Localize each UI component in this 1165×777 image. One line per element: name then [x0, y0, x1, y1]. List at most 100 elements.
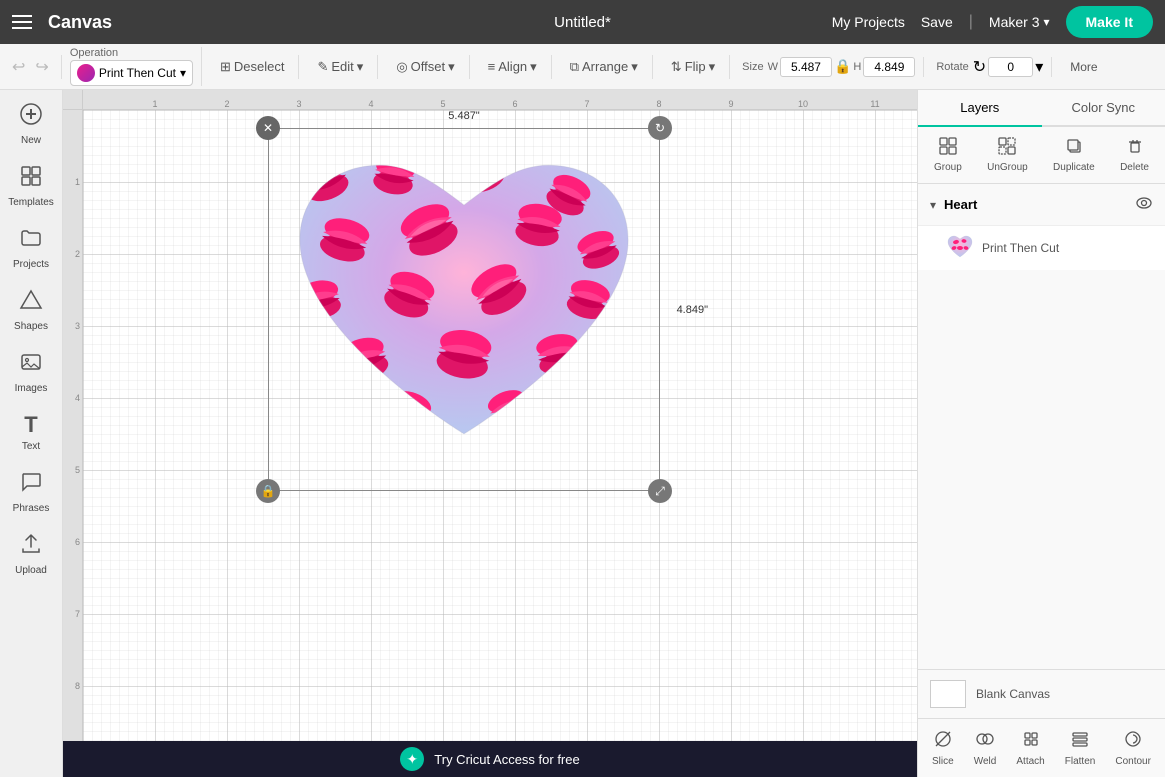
width-input[interactable]: [780, 57, 832, 77]
layer-chevron-icon: ▾: [930, 198, 936, 212]
flip-group: ⇅ Flip ▾: [665, 55, 730, 79]
dimension-width-label: 5.487": [448, 110, 479, 122]
operation-icon: [77, 64, 95, 82]
make-it-button[interactable]: Make It: [1066, 6, 1153, 38]
projects-icon: [19, 226, 43, 256]
sidebar-item-new-label: New: [21, 135, 41, 146]
attach-icon: [1021, 729, 1041, 754]
tab-layers[interactable]: Layers: [918, 90, 1042, 127]
attach-button[interactable]: Attach: [1010, 725, 1050, 771]
save-link[interactable]: Save: [921, 14, 953, 30]
align-chevron-icon: ▾: [530, 59, 537, 75]
flip-label: Flip: [685, 59, 706, 74]
machine-name: Maker 3: [989, 14, 1040, 30]
handle-lock[interactable]: 🔒: [256, 479, 280, 503]
more-button[interactable]: More: [1064, 58, 1103, 76]
sidebar-item-shapes[interactable]: Shapes: [3, 280, 59, 340]
hamburger-menu[interactable]: [12, 15, 32, 29]
sublayer-name: Print Then Cut: [982, 241, 1059, 255]
height-label: H: [853, 61, 861, 73]
flatten-button[interactable]: Flatten: [1059, 725, 1102, 771]
duplicate-label: Duplicate: [1053, 162, 1095, 173]
canvas-object-heart[interactable]: 5.487" 4.849" ✕ ↻ 🔒 ⤢: [268, 128, 660, 491]
machine-selector[interactable]: Maker 3 ▾: [989, 14, 1050, 30]
slice-button[interactable]: Slice: [926, 725, 960, 771]
main-layout: New Templates Projects: [0, 90, 1165, 777]
rotate-inputs: ↻ ▾: [973, 57, 1043, 77]
group-icon: [939, 137, 957, 160]
nav-right: My Projects Save | Maker 3 ▾ Make It: [832, 6, 1153, 38]
templates-icon: [19, 164, 43, 194]
size-inputs: W 🔒 H: [768, 57, 916, 77]
lock-icon[interactable]: 🔒: [834, 58, 851, 75]
sidebar: New Templates Projects: [0, 90, 63, 777]
handle-rotate[interactable]: ↻: [648, 116, 672, 140]
sidebar-item-text[interactable]: T Text: [3, 404, 59, 460]
phrases-icon: [19, 470, 43, 500]
slice-icon: [933, 729, 953, 754]
offset-icon: ◎: [396, 59, 407, 75]
offset-chevron-icon: ▾: [448, 59, 455, 75]
undo-redo-group: ↩ ↪: [8, 55, 62, 79]
weld-label: Weld: [974, 756, 997, 767]
contour-button[interactable]: Contour: [1109, 725, 1157, 771]
offset-button[interactable]: ◎ Offset ▾: [390, 55, 460, 79]
sidebar-item-phrases-label: Phrases: [13, 503, 50, 514]
blank-canvas-row[interactable]: Blank Canvas: [918, 669, 1165, 718]
deselect-button[interactable]: ⊞ Deselect: [214, 55, 290, 79]
sidebar-item-projects[interactable]: Projects: [3, 218, 59, 278]
layer-heart[interactable]: ▾ Heart: [918, 184, 1165, 226]
operation-dropdown[interactable]: Print Then Cut ▾: [70, 60, 193, 86]
sidebar-item-images[interactable]: Images: [3, 342, 59, 402]
sidebar-item-upload[interactable]: Upload: [3, 524, 59, 584]
deselect-group: ⊞ Deselect: [214, 55, 299, 79]
delete-button[interactable]: Delete: [1112, 133, 1157, 177]
tab-color-sync[interactable]: Color Sync: [1042, 90, 1165, 125]
redo-button[interactable]: ↪: [31, 55, 52, 79]
arrange-label: Arrange: [582, 59, 628, 74]
toolbar: ↩ ↪ Operation Print Then Cut ▾ ⊞ Deselec…: [0, 44, 1165, 90]
height-input[interactable]: [863, 57, 915, 77]
bottom-actions: Slice Weld: [918, 718, 1165, 777]
attach-label: Attach: [1016, 756, 1044, 767]
blank-canvas-label: Blank Canvas: [976, 687, 1050, 701]
flip-button[interactable]: ⇅ Flip ▾: [665, 55, 721, 79]
sidebar-item-new[interactable]: New: [3, 94, 59, 154]
ungroup-button[interactable]: UnGroup: [979, 133, 1036, 177]
arrange-button[interactable]: ⧉ Arrange ▾: [564, 55, 644, 79]
group-button[interactable]: Group: [926, 133, 970, 177]
sidebar-item-phrases[interactable]: Phrases: [3, 462, 59, 522]
edit-group: ✎ Edit ▾: [311, 55, 378, 79]
my-projects-link[interactable]: My Projects: [832, 14, 905, 30]
edit-label: Edit: [331, 59, 353, 74]
edit-button[interactable]: ✎ Edit ▾: [311, 55, 369, 79]
deselect-label: Deselect: [234, 59, 285, 74]
layer-visibility-icon[interactable]: [1135, 194, 1153, 215]
sublayer-print-then-cut[interactable]: Print Then Cut: [918, 226, 1165, 270]
panel-tabs: Layers Color Sync: [918, 90, 1165, 127]
canvas-grid[interactable]: 5.487" 4.849" ✕ ↻ 🔒 ⤢: [83, 110, 917, 741]
sidebar-item-upload-label: Upload: [15, 565, 47, 576]
handle-delete[interactable]: ✕: [256, 116, 280, 140]
weld-icon: [975, 729, 995, 754]
images-icon: [19, 350, 43, 380]
nav-separator: |: [969, 13, 973, 31]
cricut-access-banner[interactable]: ✦ Try Cricut Access for free: [63, 741, 917, 777]
document-title[interactable]: Untitled*: [554, 14, 611, 31]
handle-scale[interactable]: ⤢: [648, 479, 672, 503]
arrange-icon: ⧉: [570, 59, 579, 75]
duplicate-button[interactable]: Duplicate: [1045, 133, 1103, 177]
align-button[interactable]: ≡ Align ▾: [482, 55, 543, 79]
ruler-vertical: 1 2 3 4 5 6 7 8: [63, 110, 83, 777]
sidebar-item-templates[interactable]: Templates: [3, 156, 59, 216]
text-icon: T: [24, 412, 37, 438]
contour-label: Contour: [1115, 756, 1151, 767]
canvas-area[interactable]: 1 2 3 4 5 6 7 8 9 10 11 1 2 3 4 5 6: [63, 90, 917, 777]
rotate-input[interactable]: [988, 57, 1033, 77]
deselect-icon: ⊞: [220, 59, 231, 75]
upload-icon: [19, 532, 43, 562]
weld-button[interactable]: Weld: [968, 725, 1003, 771]
undo-button[interactable]: ↩: [8, 55, 29, 79]
rotate-icon: ↻: [973, 57, 986, 77]
align-group: ≡ Align ▾: [482, 55, 552, 79]
